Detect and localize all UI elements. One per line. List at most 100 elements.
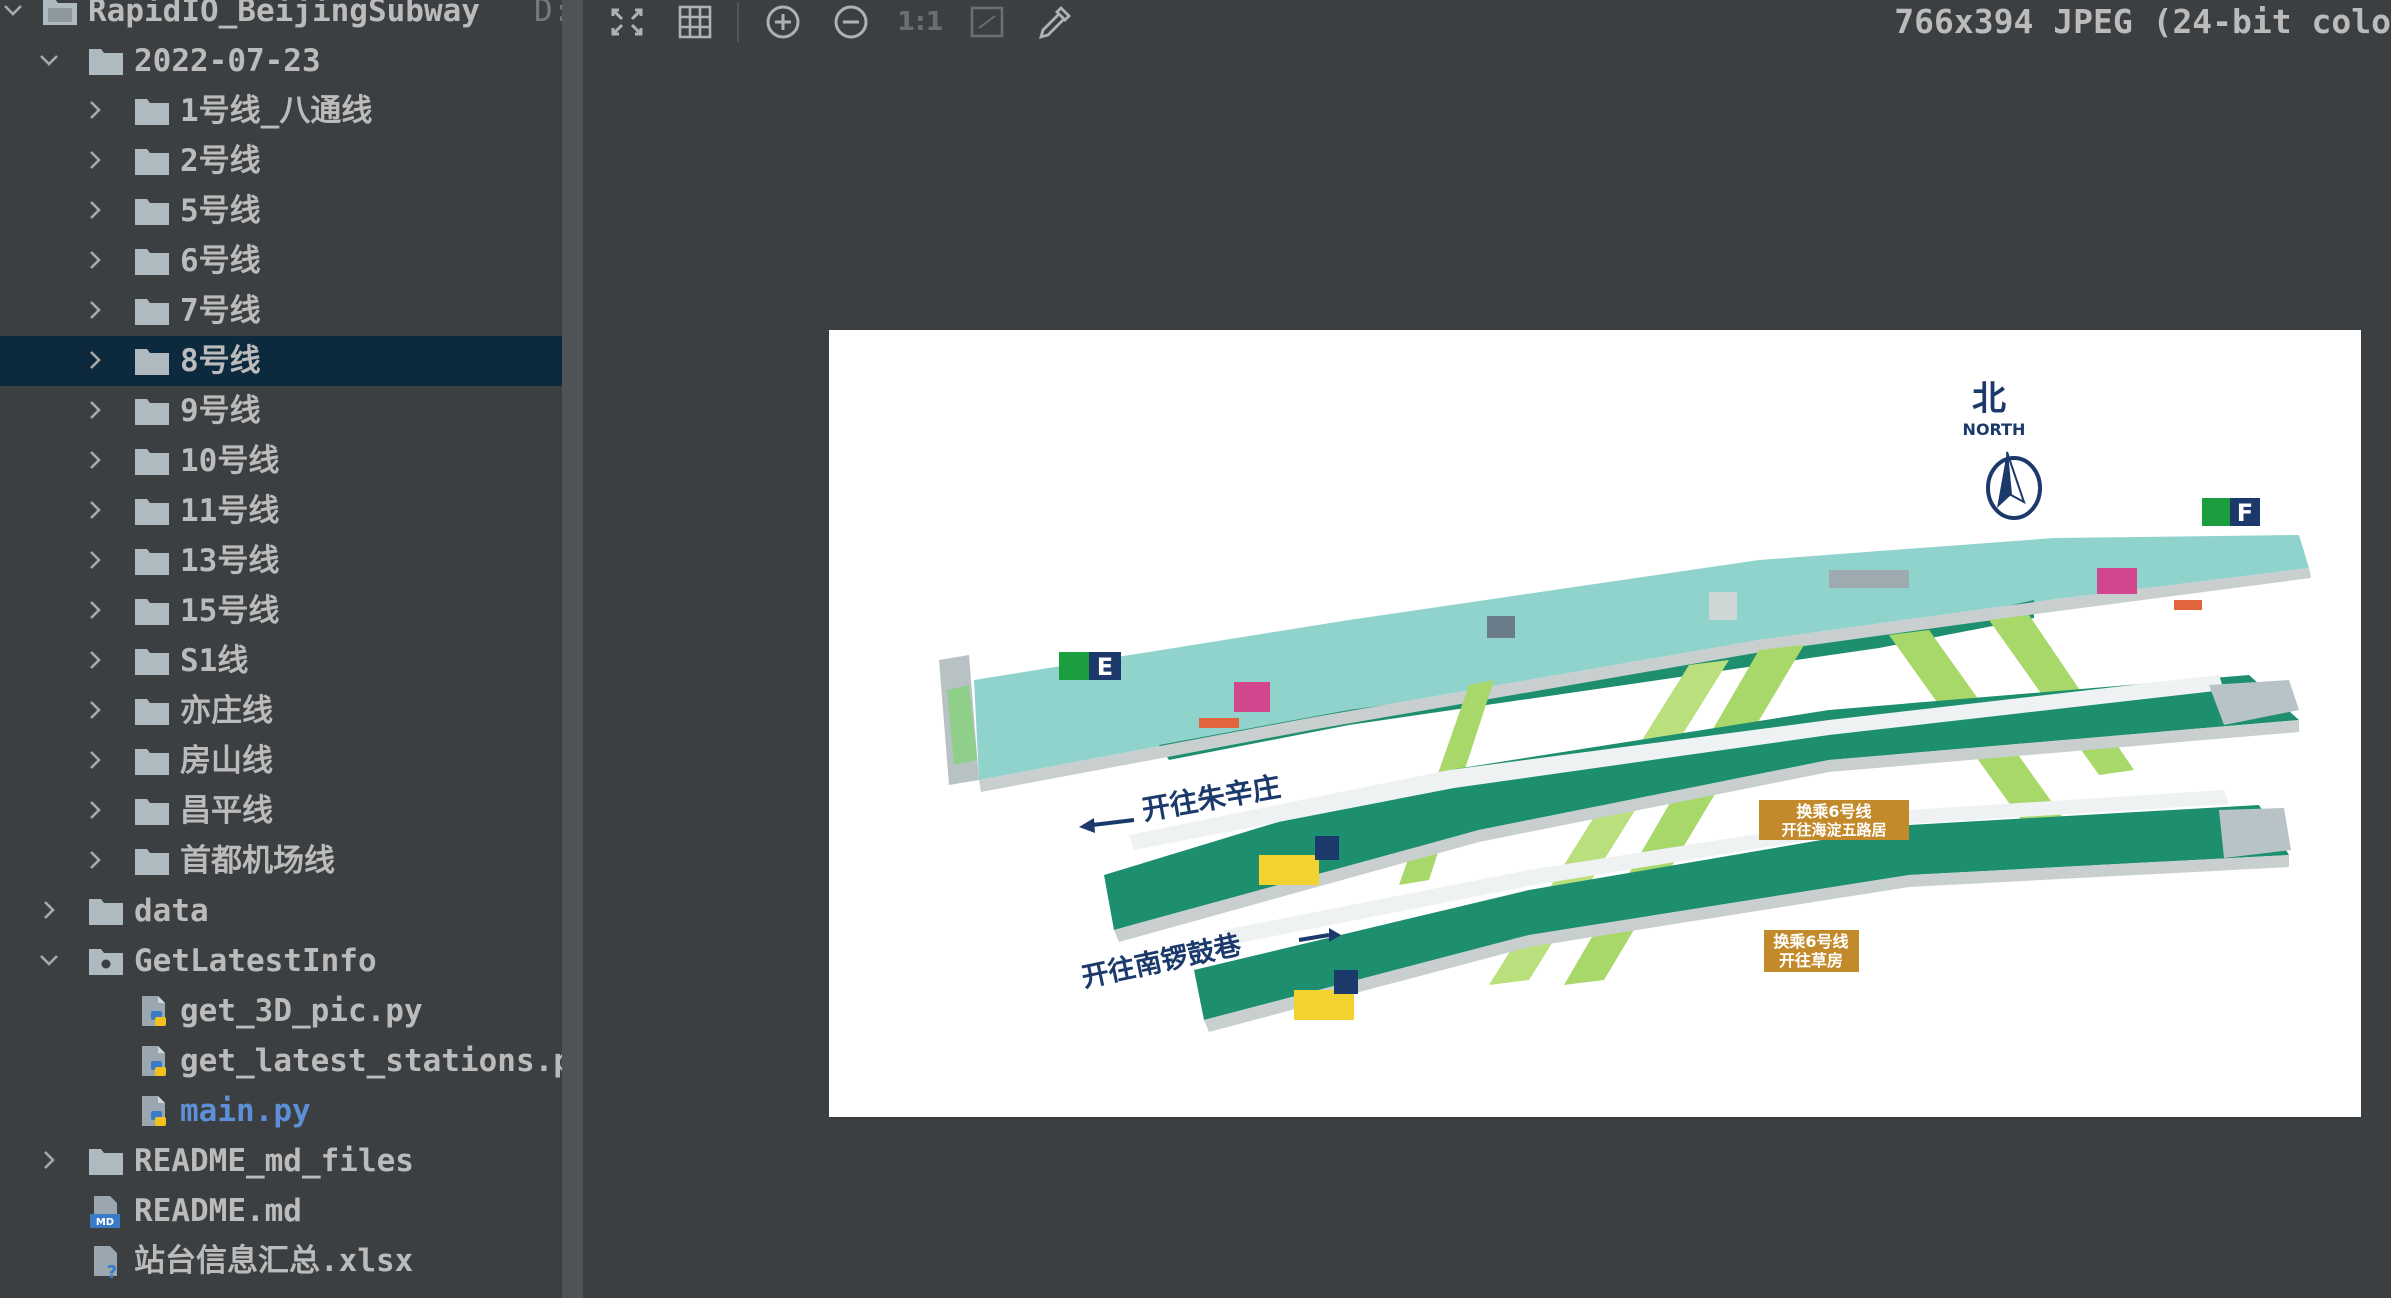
chevron-right-icon[interactable] xyxy=(38,899,60,921)
tree-item-line-folder[interactable]: 8号线 xyxy=(0,336,583,386)
fit-zoom-icon[interactable] xyxy=(605,2,649,42)
chevron-right-icon[interactable] xyxy=(84,199,106,221)
chevron-right-icon[interactable] xyxy=(84,599,106,621)
folder-icon xyxy=(134,844,170,878)
folder-label: 2022-07-23 xyxy=(134,43,321,79)
file-label: get_3D_pic.py xyxy=(180,993,423,1029)
tree-item-line-folder[interactable]: 2号线 xyxy=(0,136,583,186)
tree-item-data-folder[interactable]: data xyxy=(0,886,583,936)
tree-item-line-folder[interactable]: 昌平线 xyxy=(0,786,583,836)
grid-icon[interactable] xyxy=(673,2,717,42)
folder-icon xyxy=(134,494,170,528)
tree-item-py-file[interactable]: get_latest_stations.py xyxy=(0,1036,583,1086)
chevron-right-icon[interactable] xyxy=(84,499,106,521)
chevron-right-icon[interactable] xyxy=(84,349,106,371)
zoom-out-icon[interactable] xyxy=(829,2,873,42)
python-file-icon xyxy=(136,994,172,1028)
tree-item-line-folder[interactable]: 亦庄线 xyxy=(0,686,583,736)
python-file-icon xyxy=(136,1094,172,1128)
tree-item-line-folder[interactable]: 房山线 xyxy=(0,736,583,786)
unknown-file-icon: ? xyxy=(88,1244,124,1283)
folder-icon xyxy=(134,94,170,128)
chevron-right-icon[interactable] xyxy=(84,249,106,271)
folder-icon xyxy=(134,544,170,578)
tree-item-line-folder[interactable]: 6号线 xyxy=(0,236,583,286)
platform-end-block xyxy=(2219,808,2291,858)
folder-icon xyxy=(134,194,170,228)
tree-item-line-folder[interactable]: 13号线 xyxy=(0,536,583,586)
chevron-right-icon[interactable] xyxy=(84,149,106,171)
exit-e-label: E xyxy=(1097,653,1113,681)
project-name: RapidIO_BeijingSubway xyxy=(88,0,480,29)
folder-label: 10号线 xyxy=(180,443,280,479)
chevron-right-icon[interactable] xyxy=(38,1149,60,1171)
folder-label: 9号线 xyxy=(180,393,261,429)
tree-item-line-folder[interactable]: 9号线 xyxy=(0,386,583,436)
tree-item-line-folder[interactable]: 10号线 xyxy=(0,436,583,486)
folder-label: README_md_files xyxy=(134,1143,414,1179)
restroom-icon xyxy=(1334,970,1358,994)
file-label: 站台信息汇总.xlsx xyxy=(134,1243,414,1279)
turnstile xyxy=(1709,592,1737,620)
chevron-right-icon[interactable] xyxy=(84,299,106,321)
fit-window-icon[interactable] xyxy=(965,2,1009,42)
chevron-right-icon[interactable] xyxy=(84,649,106,671)
file-label: main.py xyxy=(180,1093,311,1129)
tree-item-line-folder[interactable]: 首都机场线 xyxy=(0,836,583,886)
tree-item-date-folder[interactable]: 2022-07-23 xyxy=(0,36,583,86)
package-folder-icon xyxy=(88,944,124,978)
folder-label: 5号线 xyxy=(180,193,261,229)
tree-item-line-folder[interactable]: 7号线 xyxy=(0,286,583,336)
folder-label: 15号线 xyxy=(180,593,280,629)
ticket-machine xyxy=(1199,718,1239,728)
kiosk-pink xyxy=(2097,568,2137,594)
zoom-in-icon[interactable] xyxy=(761,2,805,42)
folder-icon xyxy=(134,294,170,328)
svg-text:?: ? xyxy=(107,1262,117,1280)
ticket-machine xyxy=(2174,600,2202,610)
color-picker-icon[interactable] xyxy=(1033,2,1077,42)
folder-icon xyxy=(134,744,170,778)
tree-item-xlsx-file[interactable]: ? 站台信息汇总.xlsx xyxy=(0,1236,583,1286)
chevron-down-icon[interactable] xyxy=(38,949,60,971)
transfer-lower-line2: 开往草房 xyxy=(1779,951,1843,970)
tree-item-py-file[interactable]: get_3D_pic.py xyxy=(0,986,583,1036)
folder-label: 6号线 xyxy=(180,243,261,279)
file-label: README.md xyxy=(134,1193,302,1229)
folder-label: S1线 xyxy=(180,643,249,679)
chevron-down-icon[interactable] xyxy=(2,0,24,21)
kiosk-pink xyxy=(1234,682,1270,712)
tree-item-line-folder[interactable]: 15号线 xyxy=(0,586,583,636)
chevron-right-icon[interactable] xyxy=(84,399,106,421)
transfer-upper-line1: 换乘6号线 xyxy=(1796,802,1871,821)
folder-label: 亦庄线 xyxy=(180,693,273,729)
tree-item-readme-folder[interactable]: README_md_files xyxy=(0,1136,583,1186)
chevron-right-icon[interactable] xyxy=(84,849,106,871)
tree-item-line-folder[interactable]: 1号线_八通线 xyxy=(0,86,583,136)
tree-item-line-folder[interactable]: S1线 xyxy=(0,636,583,686)
chevron-right-icon[interactable] xyxy=(84,799,106,821)
actual-size-button[interactable]: 1:1 xyxy=(897,2,944,42)
folder-icon xyxy=(134,594,170,628)
image-info-label: 766x394 JPEG (24-bit colo xyxy=(1894,2,2391,41)
chevron-down-icon[interactable] xyxy=(38,49,60,71)
chevron-right-icon[interactable] xyxy=(84,699,106,721)
tree-item-line-folder[interactable]: 11号线 xyxy=(0,486,583,536)
tree-item-project-root[interactable]: RapidIO_BeijingSubway D:\ xyxy=(0,0,583,36)
chevron-right-icon[interactable] xyxy=(84,749,106,771)
transfer-upper-line2: 开往海淀五路居 xyxy=(1781,821,1886,839)
python-file-icon xyxy=(136,1044,172,1078)
chevron-right-icon[interactable] xyxy=(84,549,106,571)
chevron-right-icon[interactable] xyxy=(84,449,106,471)
restroom-area xyxy=(1294,990,1354,1020)
tree-item-md-file[interactable]: MD README.md xyxy=(0,1186,583,1236)
tree-item-line-folder[interactable]: 5号线 xyxy=(0,186,583,236)
chevron-right-icon[interactable] xyxy=(84,99,106,121)
folder-label: 房山线 xyxy=(180,743,273,779)
tree-item-module-folder[interactable]: GetLatestInfo xyxy=(0,936,583,986)
folder-label: GetLatestInfo xyxy=(134,943,377,979)
folder-icon xyxy=(88,44,124,78)
tree-item-py-file[interactable]: main.py xyxy=(0,1086,583,1136)
tree-scrollbar-thumb[interactable] xyxy=(562,0,583,1298)
folder-icon xyxy=(134,794,170,828)
